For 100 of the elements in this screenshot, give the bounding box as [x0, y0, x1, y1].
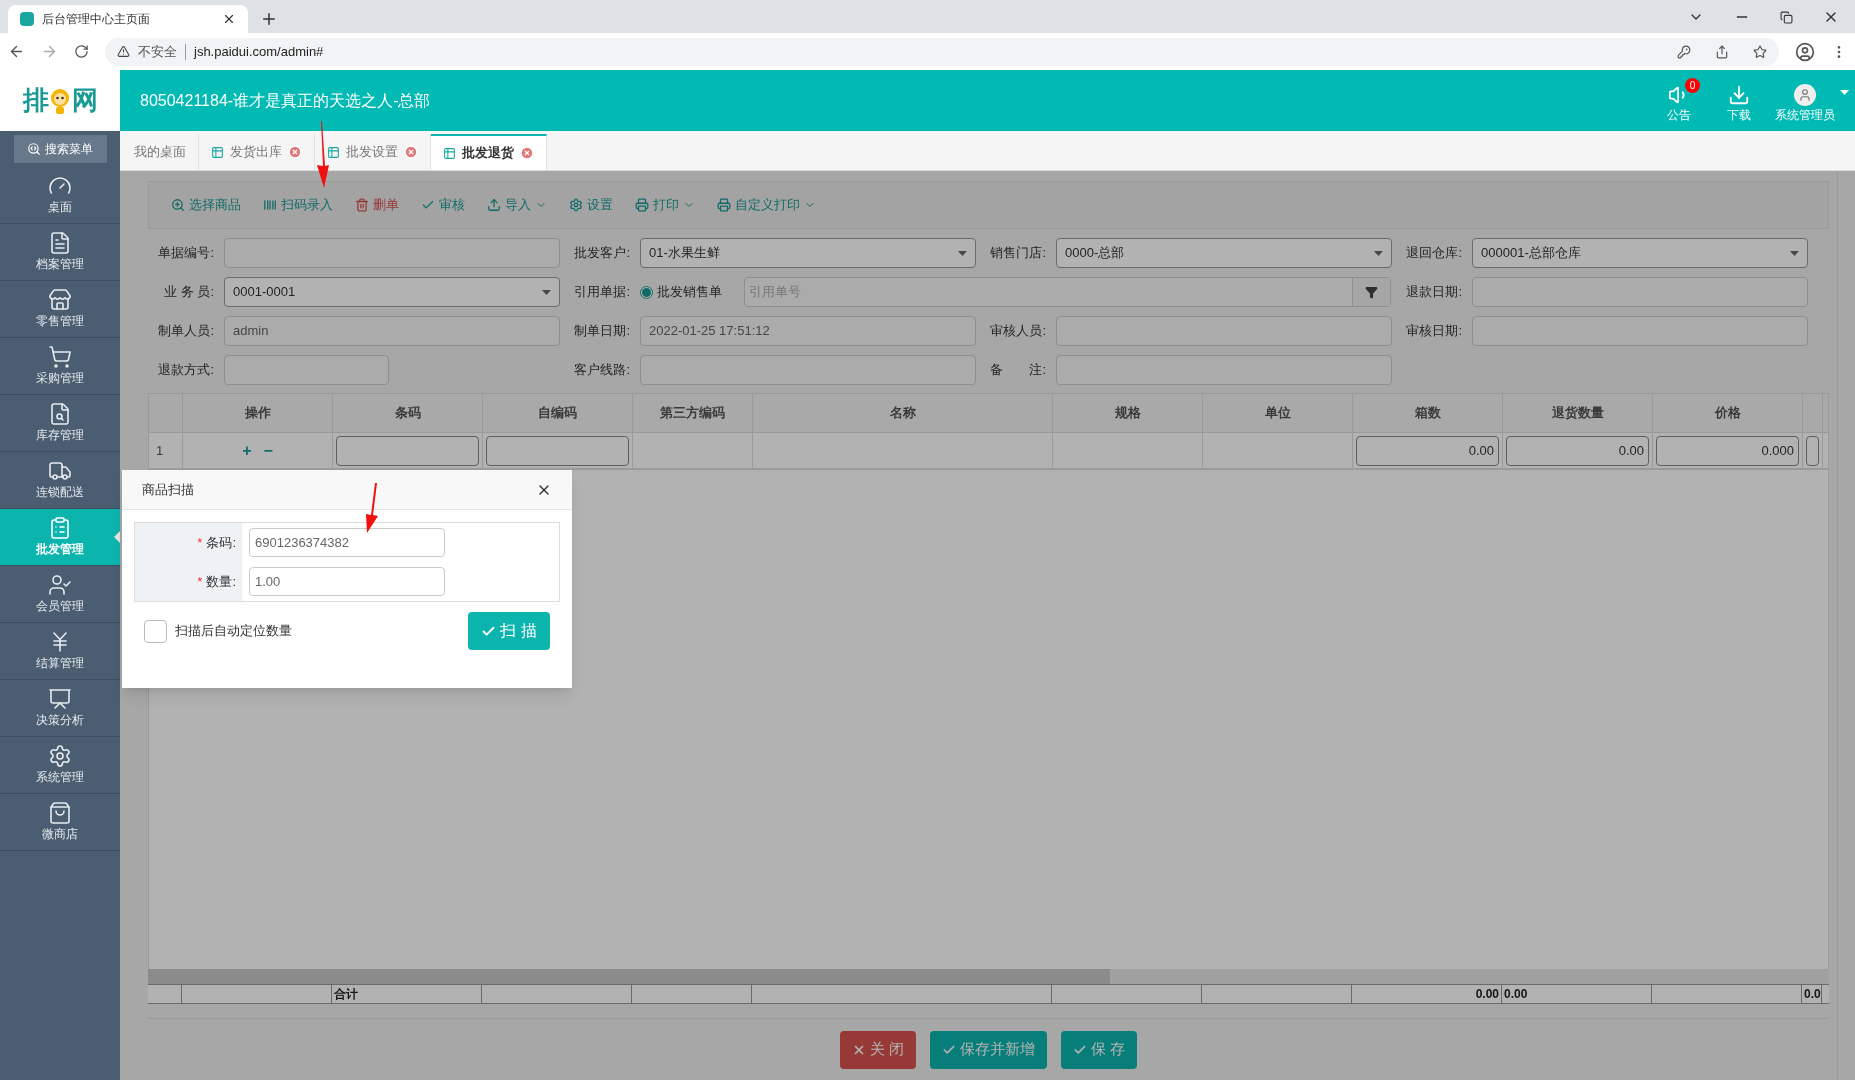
caret-icon: [1840, 89, 1849, 95]
caret-icon: [542, 289, 551, 295]
browser-tab[interactable]: 后台管理中心主页面: [8, 5, 248, 33]
field-label: 客户线路:: [573, 361, 631, 380]
select-field[interactable]: 0001-0001: [224, 277, 560, 307]
field-label: 条码:: [206, 533, 236, 552]
add-row-button[interactable]: +: [242, 438, 252, 463]
annotation-arrow: [363, 483, 379, 533]
presentation-chart-icon: [48, 687, 72, 711]
share-icon[interactable]: [1715, 44, 1729, 59]
document-icon: [48, 231, 72, 255]
address-bar[interactable]: 不安全 jsh.paidui.com/admin#: [105, 37, 1779, 66]
text-field[interactable]: [640, 355, 976, 385]
barcode-icon: [263, 198, 277, 212]
column-header: 名称: [889, 404, 916, 423]
header-title: 8050421184-谁才是真正的天选之人-总部: [140, 90, 431, 111]
row-number: 1: [155, 441, 165, 460]
cell-input-field[interactable]: 0.000: [1656, 435, 1799, 466]
text-field[interactable]: 2022-01-25 17:51:12: [640, 316, 976, 346]
text-field[interactable]: [1056, 316, 1392, 346]
settings-icon: [48, 744, 72, 768]
column-header: 价格: [1714, 404, 1741, 423]
column-header: 自编码: [538, 404, 577, 423]
printer-icon: [635, 198, 649, 212]
star-icon[interactable]: [1753, 44, 1767, 59]
profile-icon[interactable]: [1795, 41, 1815, 62]
field-label: 审核人员:: [989, 322, 1047, 341]
field-label: 业 务 员:: [163, 283, 215, 302]
page-tab[interactable]: 批发退货: [431, 134, 547, 170]
total-value: 合计: [334, 986, 358, 1003]
arrow-overlay: [315, 121, 331, 188]
close-icon[interactable]: [222, 12, 236, 26]
field-label: 数量:: [206, 572, 236, 591]
printer-icon: [717, 198, 731, 212]
text-field[interactable]: admin: [224, 316, 560, 346]
select-field[interactable]: 000001-总部仓库: [1472, 238, 1808, 268]
select-field[interactable]: 01-水果生鲜: [640, 238, 976, 268]
warning-icon: [117, 45, 130, 58]
field-label: 引用单据:: [573, 283, 631, 302]
cell-input-field[interactable]: [336, 435, 479, 466]
column-header: 退货数量: [1551, 404, 1604, 423]
horizontal-scrollbar[interactable]: [148, 969, 1829, 984]
text-field[interactable]: [224, 238, 560, 268]
restore-icon[interactable]: [1780, 10, 1793, 24]
total-value: 0.00: [1504, 986, 1528, 1003]
required-mark: *: [197, 572, 203, 591]
total-value: 0.0: [1804, 986, 1821, 1003]
column-header: 操作: [244, 404, 271, 423]
text-field[interactable]: [224, 355, 389, 385]
page-tab[interactable]: 我的桌面: [122, 134, 199, 170]
cell-input-field[interactable]: [1806, 435, 1819, 466]
cell-input-field[interactable]: 0.00: [1356, 435, 1499, 466]
text-field[interactable]: 6901236374382: [249, 528, 445, 557]
search-menu-button[interactable]: 搜索菜单: [13, 135, 107, 163]
close-button[interactable]: 关 闭: [839, 1030, 916, 1069]
settings-icon: [569, 198, 583, 212]
field-label: 制单日期:: [573, 322, 631, 341]
auto-locate-checkbox[interactable]: 扫描后自动定位数量: [144, 619, 292, 643]
bag-icon: [48, 801, 72, 825]
select-field[interactable]: 0000-总部: [1056, 238, 1392, 268]
dialog-title: 商品扫描: [142, 480, 194, 499]
filter-icon: [1365, 285, 1378, 299]
field-label: 备 注:: [989, 361, 1047, 380]
back-icon[interactable]: [8, 43, 25, 60]
notification-badge: 0: [1685, 77, 1700, 93]
column-header: 规格: [1114, 404, 1141, 423]
column-header: 条码: [394, 404, 421, 423]
search-icon: [27, 142, 41, 156]
reload-icon[interactable]: [74, 44, 89, 59]
total-value: 0.00: [1475, 986, 1499, 1003]
text-field[interactable]: [1472, 316, 1808, 346]
radio-button[interactable]: 批发销售单: [640, 282, 736, 302]
new-tab-icon[interactable]: [260, 10, 278, 28]
table-icon: [211, 145, 224, 159]
column-header: 单位: [1264, 404, 1291, 423]
field-label: 审核日期:: [1405, 322, 1463, 341]
site-favicon-icon: [20, 12, 34, 26]
field-label: 批发客户:: [573, 244, 631, 263]
cell-input-field[interactable]: [486, 435, 629, 466]
download-icon: [1728, 83, 1750, 106]
field-label: 退款方式:: [157, 361, 215, 380]
avatar: [1794, 83, 1816, 106]
field-label: 退款日期:: [1405, 283, 1463, 302]
caret-icon: [1374, 250, 1383, 256]
text-field[interactable]: 1.00: [249, 567, 445, 596]
cell-input-field[interactable]: 0.00: [1506, 435, 1649, 466]
field-label: 制单人员:: [157, 322, 215, 341]
text-field[interactable]: [1056, 355, 1392, 385]
trash-icon: [355, 198, 369, 212]
page-tab[interactable]: 发货出库: [199, 134, 315, 170]
text-field[interactable]: [1472, 277, 1808, 307]
user-check-icon: [48, 573, 72, 597]
zoom-in-icon: [171, 198, 185, 212]
field-label: 单据编号:: [157, 244, 215, 263]
forward-icon[interactable]: [41, 43, 58, 60]
header-action-button[interactable]: 公告 0: [1655, 77, 1703, 124]
required-mark: *: [197, 533, 203, 552]
key-icon[interactable]: [1677, 44, 1691, 59]
check-icon: [421, 198, 435, 212]
field-label: 退回仓库:: [1405, 244, 1463, 263]
